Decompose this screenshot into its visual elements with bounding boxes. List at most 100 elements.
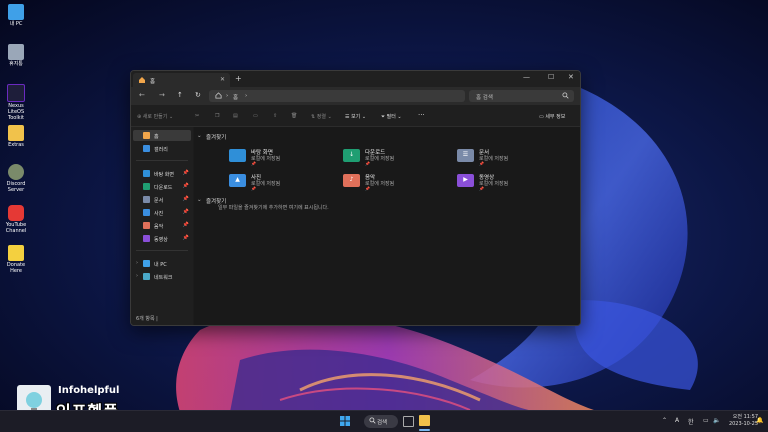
nav-item-desktop[interactable]: 바탕 화면 📌	[133, 168, 191, 179]
desktop-icon-nexus-toolkit[interactable]: Nexus LiteOS Toolkit	[2, 84, 30, 121]
pin-icon: 📌	[182, 222, 189, 228]
desktop-icon-discord[interactable]: Discord Server	[2, 164, 30, 193]
desktop-icon-donate[interactable]: Donate Here	[2, 245, 30, 274]
close-window-button[interactable]: ✕	[568, 73, 574, 81]
videos-folder-icon	[143, 235, 150, 242]
active-app-indicator	[419, 429, 430, 431]
chevron-down-icon: ⌄	[197, 197, 202, 203]
desktop-icon-this-pc[interactable]: 내 PC	[2, 4, 30, 27]
ime-indicator[interactable]: 한	[688, 417, 694, 426]
quick-access-item[interactable]: ▲ 사진 로컬에 저장됨 📌	[229, 172, 339, 192]
filter-button[interactable]: ⏷ 필터 ⌄	[381, 113, 402, 120]
chevron-down-icon: ⌄	[197, 133, 202, 139]
taskbar: 검색 ⌃ A 한 ▭ 🔈 오전 11:57 2023-10-25 🔔	[0, 410, 768, 432]
sort-button[interactable]: ⇅ 정렬 ⌄	[311, 113, 332, 120]
command-bar: ⊕ 새로 만들기 ⌄ ✂ ❐ ▤ ▭ ⇪ 🗑 ⇅ 정렬 ⌄ ☰ 보기 ⌄ ⏷ 필…	[131, 106, 580, 127]
nav-item-label: 내 PC	[154, 262, 167, 268]
sort-label: 정렬	[316, 114, 326, 120]
quick-access-item[interactable]: ▶ 동영상 로컬에 저장됨 📌	[457, 172, 567, 192]
up-button[interactable]: ↑	[177, 91, 183, 99]
details-pane-button[interactable]: ▭ 세부 정보	[539, 113, 565, 120]
copy-icon[interactable]: ❐	[215, 113, 219, 119]
pin-icon: 📌	[182, 183, 189, 189]
refresh-button[interactable]: ↻	[195, 91, 201, 99]
chevron-right-icon[interactable]: ›	[136, 273, 138, 279]
nav-item-documents[interactable]: 문서 📌	[133, 194, 191, 205]
music-note-icon: ♪	[349, 176, 354, 183]
view-button[interactable]: ☰ 보기 ⌄	[345, 113, 366, 120]
search-placeholder: 홈 검색	[476, 95, 493, 101]
desktop-icon-recycle-bin[interactable]: 휴지통	[2, 44, 30, 67]
new-tab-button[interactable]: +	[235, 74, 242, 83]
nav-item-gallery[interactable]: 갤러리	[133, 143, 191, 154]
nav-item-label: 홈	[154, 134, 159, 140]
search-icon	[562, 92, 569, 99]
nav-divider	[136, 250, 188, 251]
quick-access-item[interactable]: ↓ 다운로드 로컬에 저장됨 📌	[343, 147, 453, 167]
address-bar[interactable]: › 홈 ›	[209, 90, 465, 102]
cut-icon[interactable]: ✂	[195, 113, 199, 119]
nav-divider	[136, 160, 188, 161]
quick-access-header[interactable]: ⌄ 즐겨찾기	[197, 133, 226, 141]
notification-bell-icon[interactable]: 🔔	[756, 417, 763, 424]
discord-icon	[8, 164, 24, 180]
nav-item-home[interactable]: 홈	[133, 130, 191, 141]
task-view-icon[interactable]	[403, 416, 414, 427]
folder-icon	[8, 125, 24, 141]
network-icon[interactable]: ▭	[703, 417, 709, 424]
nav-item-label: 문서	[154, 198, 164, 204]
system-clock[interactable]: 오전 11:57 2023-10-25	[729, 414, 758, 428]
back-button[interactable]: ←	[139, 91, 145, 99]
monitor-icon	[143, 260, 150, 267]
new-button[interactable]: ⊕ 새로 만들기 ⌄	[137, 113, 173, 120]
desktop-folder-icon	[229, 149, 246, 162]
pin-icon: 📌	[182, 196, 189, 202]
view-label: 보기	[351, 114, 361, 120]
language-indicator[interactable]: A	[675, 417, 679, 424]
network-icon	[143, 273, 150, 280]
quick-access-item[interactable]: 바탕 화면 로컬에 저장됨 📌	[229, 147, 339, 167]
paste-icon[interactable]: ▤	[233, 113, 238, 119]
desktop-icon-label: Nexus LiteOS Toolkit	[7, 103, 25, 121]
minimize-button[interactable]: —	[523, 73, 530, 81]
nexus-toolkit-icon	[7, 84, 25, 102]
nav-item-downloads[interactable]: 다운로드 📌	[133, 181, 191, 192]
navigation-bar: ← → ↑ ↻ › 홈 › 홈 검색	[131, 87, 580, 106]
share-icon[interactable]: ⇪	[273, 113, 277, 119]
breadcrumb-home[interactable]: 홈	[233, 93, 238, 101]
new-button-label: 새로 만들기	[142, 114, 168, 120]
chevron-up-icon[interactable]: ⌃	[662, 417, 667, 424]
windows-start-icon[interactable]	[340, 416, 350, 426]
forward-button[interactable]: →	[159, 91, 165, 99]
taskbar-search-label: 검색	[377, 420, 388, 426]
close-tab-icon[interactable]: ✕	[220, 76, 225, 83]
downloads-folder-icon	[143, 183, 150, 190]
maximize-button[interactable]: ☐	[548, 73, 554, 81]
nav-item-network[interactable]: › 네트워크	[133, 271, 191, 282]
more-options-button[interactable]: ···	[418, 111, 425, 119]
details-label: 세부 정보	[545, 114, 566, 120]
nav-item-this-pc[interactable]: › 내 PC	[133, 258, 191, 269]
rename-icon[interactable]: ▭	[253, 113, 258, 119]
desktop-icon-youtube[interactable]: YouTube Channel	[2, 205, 30, 234]
chevron-right-icon: ›	[245, 93, 248, 99]
taskbar-search-button[interactable]: 검색	[364, 415, 398, 428]
search-input[interactable]: 홈 검색	[469, 90, 574, 102]
tab-home[interactable]: 홈 ✕	[133, 73, 230, 87]
nav-item-pictures[interactable]: 사진 📌	[133, 207, 191, 218]
desktop-icon-extras[interactable]: Extras	[2, 125, 30, 148]
monitor-icon	[8, 4, 24, 20]
window-body: 홈 갤러리 바탕 화면 📌 다운로드 📌 문서 📌 사진 📌 음악 📌 동영상 …	[131, 127, 580, 325]
desktop-folder-icon	[143, 170, 150, 177]
documents-folder-icon	[143, 196, 150, 203]
delete-icon[interactable]: 🗑	[291, 113, 297, 119]
pin-icon: 📌	[251, 161, 256, 166]
file-explorer-taskbar-icon[interactable]	[419, 415, 430, 426]
quick-access-item[interactable]: ☰ 문서 로컬에 저장됨 📌	[457, 147, 567, 167]
chevron-right-icon[interactable]: ›	[136, 260, 138, 266]
pin-icon: 📌	[251, 186, 256, 191]
volume-icon[interactable]: 🔈	[713, 417, 720, 424]
nav-item-videos[interactable]: 동영상 📌	[133, 233, 191, 244]
quick-access-item[interactable]: ♪ 음악 로컬에 저장됨 📌	[343, 172, 453, 192]
nav-item-music[interactable]: 음악 📌	[133, 220, 191, 231]
